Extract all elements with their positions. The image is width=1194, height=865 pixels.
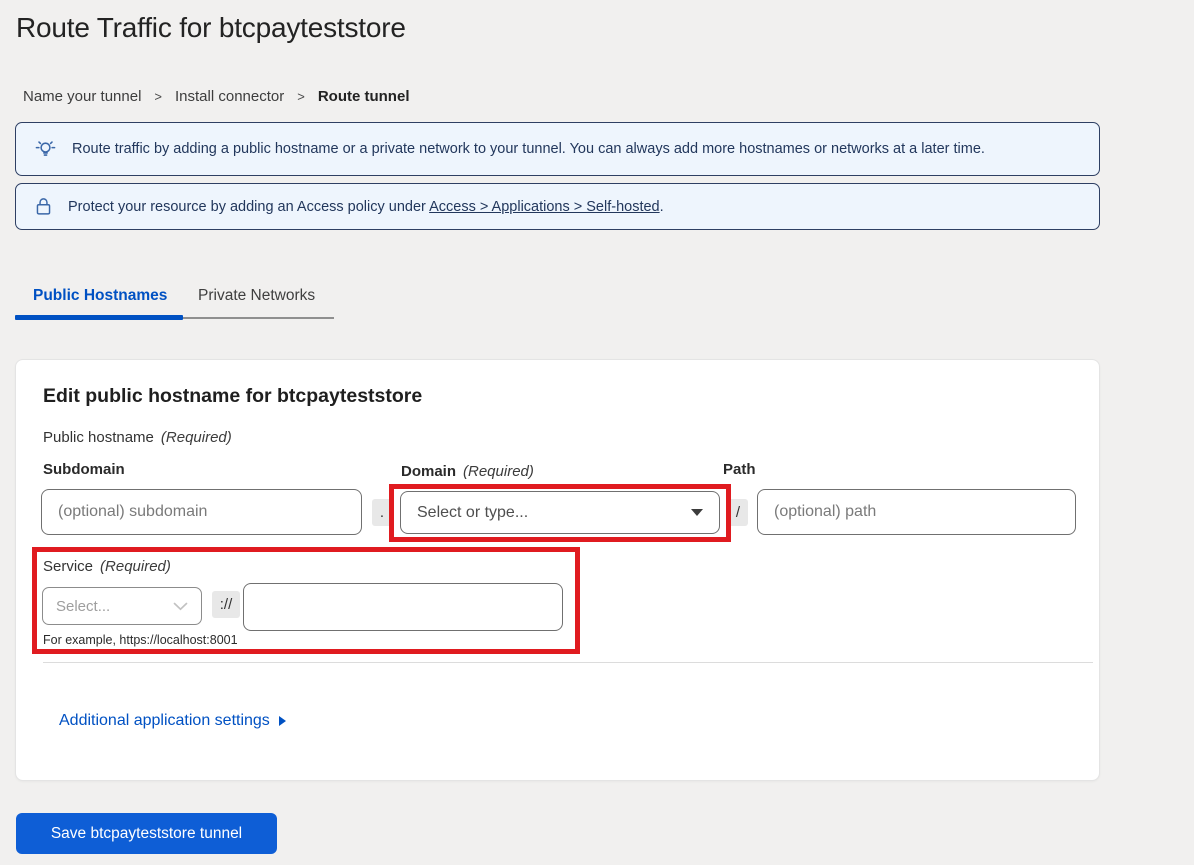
access-banner: Protect your resource by adding an Acces… <box>15 183 1100 230</box>
service-url-input[interactable] <box>243 583 563 631</box>
breadcrumb-step-name-your-tunnel[interactable]: Name your tunnel <box>23 88 141 105</box>
chevron-right-icon <box>279 716 286 726</box>
required-hint: (Required) <box>161 429 232 446</box>
additional-settings-label: Additional application settings <box>59 712 270 730</box>
breadcrumb: Name your tunnel > Install connector > R… <box>23 88 409 105</box>
page-title: Route Traffic for btcpayteststore <box>16 12 406 44</box>
public-hostname-label: Public hostname(Required) <box>43 429 232 446</box>
breadcrumb-separator: > <box>154 89 162 104</box>
path-input[interactable] <box>757 489 1076 535</box>
tip-banner-text: Route traffic by adding a public hostnam… <box>72 141 985 157</box>
service-type-select[interactable]: Select... <box>42 587 202 625</box>
lightbulb-icon <box>34 138 57 161</box>
tab-bar-line <box>183 317 334 319</box>
section-divider <box>43 662 1093 663</box>
breadcrumb-separator: > <box>297 89 305 104</box>
slash-separator: / <box>728 499 748 526</box>
domain-label: Domain(Required) <box>401 463 534 480</box>
access-banner-prefix: Protect your resource by adding an Acces… <box>68 199 429 215</box>
service-label: Service(Required) <box>43 558 171 575</box>
service-type-value: Select... <box>56 598 110 615</box>
required-hint: (Required) <box>100 558 171 575</box>
path-label: Path <box>723 461 756 478</box>
lock-icon <box>34 196 53 217</box>
required-hint: (Required) <box>463 463 534 480</box>
card-title: Edit public hostname for btcpayteststore <box>43 385 422 408</box>
tip-banner: Route traffic by adding a public hostnam… <box>15 122 1100 176</box>
breadcrumb-step-install-connector[interactable]: Install connector <box>175 88 284 105</box>
breadcrumb-step-route-tunnel: Route tunnel <box>318 88 410 105</box>
edit-public-hostname-card: Edit public hostname for btcpayteststore… <box>15 359 1100 781</box>
access-banner-text: Protect your resource by adding an Acces… <box>68 199 664 215</box>
access-banner-suffix: . <box>660 199 664 215</box>
chevron-down-icon <box>691 509 703 516</box>
domain-select[interactable]: Select or type... <box>400 491 720 534</box>
chevron-down-icon <box>173 602 188 611</box>
scheme-separator: :// <box>212 591 240 618</box>
service-example-hint: For example, https://localhost:8001 <box>43 633 238 647</box>
access-applications-link[interactable]: Access > Applications > Self-hosted <box>429 199 660 215</box>
save-tunnel-button[interactable]: Save btcpayteststore tunnel <box>16 813 277 854</box>
tab-private-networks[interactable]: Private Networks <box>198 287 315 305</box>
subdomain-input[interactable] <box>41 489 362 535</box>
subdomain-label: Subdomain <box>43 461 125 478</box>
route-traffic-page: Route Traffic for btcpayteststore Name y… <box>0 0 1194 865</box>
additional-settings-link[interactable]: Additional application settings <box>59 712 286 730</box>
tab-public-hostnames[interactable]: Public Hostnames <box>33 287 167 305</box>
dot-separator: . <box>372 499 392 526</box>
domain-select-value: Select or type... <box>417 504 528 522</box>
active-tab-indicator <box>15 315 183 320</box>
